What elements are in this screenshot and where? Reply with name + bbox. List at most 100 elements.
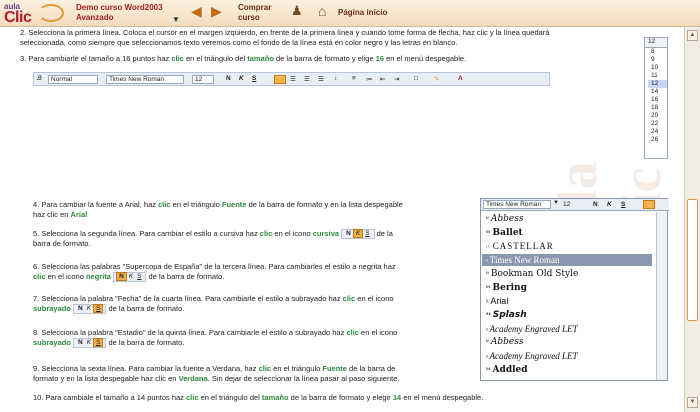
borders-icon[interactable]: □ <box>414 75 418 82</box>
font-option[interactable]: ᵗᵗ Academy Engraved LET <box>482 350 652 362</box>
font-option[interactable]: ᵗᵗ Times New Roman <box>482 254 652 267</box>
step-4: 4. Para cambiar la fuente a Arial, haz c… <box>33 200 403 219</box>
font-dropdown-panel[interactable]: Times New Roman ▼ 12 N K S ᵗᵗ Abbess ᵗᵗ B… <box>480 198 669 381</box>
step-3: 3. Para cambiarle el tamaño a 16 puntos … <box>20 54 467 63</box>
font-option-label: Splash <box>492 309 527 320</box>
underline-format-buttons-2: NKS <box>73 338 107 349</box>
size-option[interactable]: 16 <box>648 96 667 104</box>
step-10: 10. Para cambiale el tamaño a 14 puntos … <box>33 393 484 402</box>
font-dropdown-select[interactable]: Times New Roman <box>483 200 551 209</box>
person-icon[interactable]: ♟ <box>291 3 303 19</box>
font-option[interactable]: ᵗᵗ Addled <box>482 364 652 376</box>
increase-indent-icon[interactable]: ⇥ <box>394 75 399 83</box>
size-option[interactable]: 8 <box>648 48 667 56</box>
step-6: 6. Selecciona las palabras "Supercopa de… <box>33 262 396 283</box>
font-option-label: Academy Engraved LET <box>489 323 578 334</box>
font-select[interactable]: Times New Roman <box>106 75 184 84</box>
truetype-icon: ᵗᵗ <box>486 311 493 319</box>
font-option[interactable]: ᵗᵗ Abbess <box>482 213 652 225</box>
underline-format-buttons: NKS <box>73 304 107 315</box>
font-option[interactable]: ᵗᵗ Academy Engraved LET <box>482 323 652 335</box>
step-9: 9. Selecciona la sexta línea. Para cambi… <box>33 364 400 383</box>
logo-swoosh <box>38 4 64 22</box>
underline-icon[interactable]: S <box>252 75 256 82</box>
justify-icon[interactable]: ☰ <box>318 75 324 83</box>
font-color-icon[interactable]: A <box>458 75 463 82</box>
size-options: 8 9 10 11 12 14 16 18 20 22 24 26 <box>645 48 667 144</box>
font-option[interactable]: ᵗᵗ Bering <box>482 282 652 294</box>
align-left-icon-2[interactable] <box>643 200 655 209</box>
font-option-label: Bookman Old Style <box>490 268 579 279</box>
back-arrow-icon[interactable]: ◀ <box>191 4 202 18</box>
style-select[interactable]: Normal <box>48 75 98 84</box>
font-option[interactable]: ᵗᵗ CASTELLAR <box>482 240 652 252</box>
font-dropdown-toolbar: Times New Roman ▼ 12 N K S <box>481 199 669 211</box>
size-option[interactable]: 22 <box>648 120 667 128</box>
italic-format-buttons: NKS <box>341 229 375 240</box>
font-size-value[interactable]: 12 <box>563 201 570 208</box>
bold-icon[interactable]: N <box>226 75 231 82</box>
italic-icon[interactable]: K <box>239 75 244 82</box>
styles-icon: Ꭿ <box>37 75 42 82</box>
size-dropdown-header[interactable]: 12 <box>645 38 667 48</box>
bold-format-buttons: NKS <box>113 272 147 283</box>
size-option[interactable]: 20 <box>648 112 667 120</box>
font-option-label: Abbess <box>490 214 524 224</box>
scroll-down-button[interactable]: ▼ <box>687 397 698 408</box>
size-option[interactable]: 18 <box>648 104 667 112</box>
step-2: 2. Selecciona la primera línea. Coloca e… <box>20 28 550 47</box>
size-option[interactable]: 11 <box>648 72 667 80</box>
font-option[interactable]: ᵗᵗ Splash <box>482 309 652 321</box>
size-option[interactable]: 9 <box>648 56 667 64</box>
underline-icon-2[interactable]: S <box>621 201 625 208</box>
align-left-icon[interactable] <box>274 75 286 84</box>
buy-course-link[interactable]: Comprar curso <box>238 3 271 23</box>
size-select[interactable]: 12 <box>192 75 214 84</box>
logo-main-text: Clic <box>4 9 32 26</box>
scroll-thumb[interactable] <box>687 199 698 321</box>
size-dropdown-list[interactable]: 12 8 9 10 11 12 14 16 18 20 22 24 26 <box>644 37 668 159</box>
step-5: 5. Selecciona la segunda línea. Para cam… <box>33 229 393 249</box>
size-option[interactable]: 12 <box>648 80 667 88</box>
course-dropdown-icon[interactable]: ▼ <box>172 15 180 24</box>
font-option-label: Ballet <box>492 227 523 238</box>
formatting-toolbar: Ꭿ Normal Times New Roman 12 N K S ☰ ☰ ☰ … <box>33 72 550 86</box>
italic-icon-2[interactable]: K <box>607 201 612 208</box>
home-icon[interactable]: ⌂ <box>318 3 326 19</box>
truetype-icon: ᵗᵗ <box>486 245 493 252</box>
size-option[interactable]: 26 <box>648 136 667 144</box>
forward-arrow-icon[interactable]: ▶ <box>211 4 222 18</box>
page-scrollbar[interactable]: ▲ ▼ <box>684 27 700 412</box>
size-option[interactable]: 24 <box>648 128 667 136</box>
align-right-icon[interactable]: ☰ <box>304 75 310 83</box>
font-option-label: Addled <box>492 364 528 375</box>
font-option[interactable]: ᵗᵗ Bookman Old Style <box>482 268 652 280</box>
font-option-label: CASTELLAR <box>492 241 554 252</box>
font-option-label: Times New Roman <box>489 255 560 266</box>
numbering-icon[interactable]: ≡ <box>352 75 356 82</box>
line-spacing-icon[interactable]: ↕ <box>334 75 337 82</box>
highlight-icon[interactable]: ✎ <box>434 75 439 83</box>
decrease-indent-icon[interactable]: ⇤ <box>380 75 385 83</box>
align-center-icon[interactable]: ☰ <box>290 75 296 83</box>
scroll-up-button[interactable]: ▲ <box>687 30 698 41</box>
font-option[interactable]: ᵗᵗ Arial <box>482 295 652 307</box>
step-7: 7. Selecciona la palabra "Fecha" de la c… <box>33 294 394 315</box>
top-navigation-bar: aula Clic Demo curso Word2003 Avanzado ▼… <box>0 0 700 27</box>
home-link[interactable]: Página inicio <box>338 8 387 17</box>
bullets-icon[interactable]: ≔ <box>366 75 373 83</box>
step-8: 8. Selecciona la palabra "Estadio" de la… <box>33 328 398 349</box>
aulaclic-logo[interactable]: aula Clic <box>4 2 66 26</box>
font-option-label: Abbess <box>490 337 524 348</box>
font-option-label: Arial <box>490 296 509 307</box>
course-title[interactable]: Demo curso Word2003 Avanzado <box>76 3 163 23</box>
bold-icon-2[interactable]: N <box>593 201 598 208</box>
font-list-scrollbar[interactable] <box>656 212 667 380</box>
font-option[interactable]: ᵗᵗ Abbess <box>482 336 652 348</box>
size-option[interactable]: 14 <box>648 88 667 96</box>
font-dropdown-caret-icon[interactable]: ▼ <box>553 200 559 206</box>
font-option-label: Bering <box>492 282 527 293</box>
font-option-label: Academy Engraved LET <box>489 351 578 361</box>
size-option[interactable]: 10 <box>648 64 667 72</box>
font-option[interactable]: ᵗᵗ Ballet <box>482 227 652 239</box>
